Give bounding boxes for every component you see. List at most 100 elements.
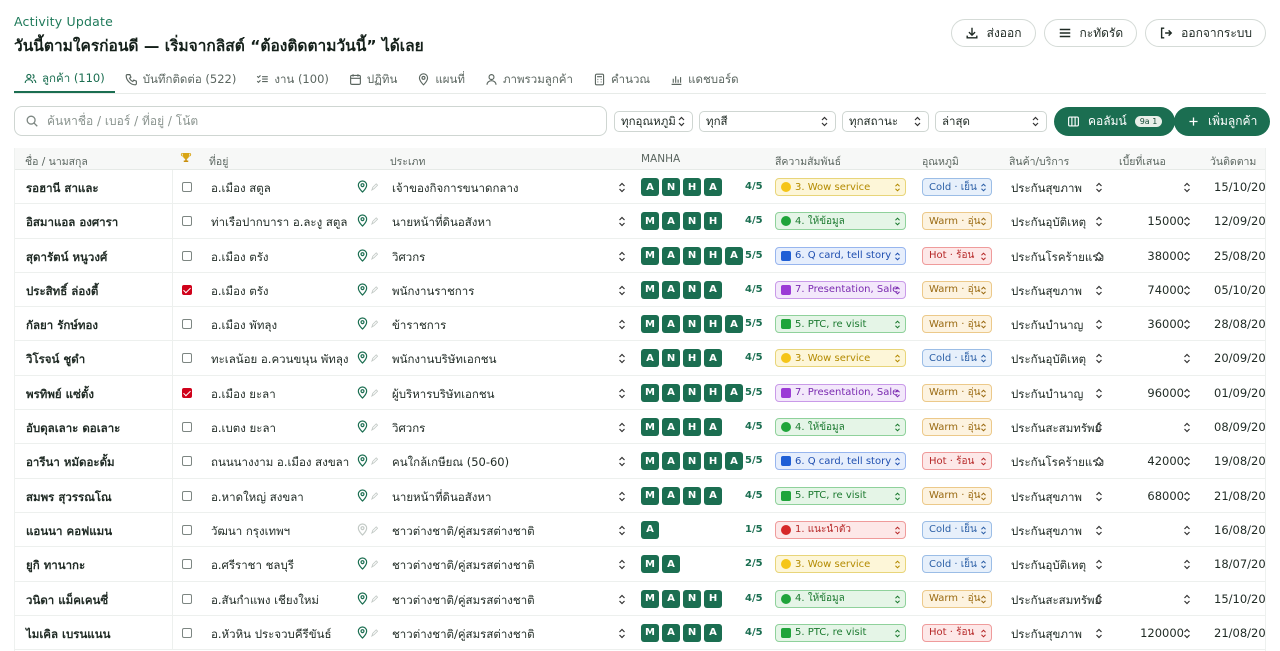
follow-date[interactable]: 15/10/2025 bbox=[1214, 180, 1265, 194]
customer-name[interactable]: รอฮานี สาและ bbox=[26, 180, 99, 198]
manha-step[interactable]: M bbox=[641, 280, 659, 299]
priority-checkbox[interactable] bbox=[182, 319, 192, 330]
product-select-icon[interactable] bbox=[1095, 285, 1103, 296]
manha-step[interactable]: A bbox=[662, 315, 680, 334]
relationship-select[interactable]: 6. Q card, tell story bbox=[775, 452, 906, 471]
edit-icon[interactable] bbox=[371, 182, 378, 191]
edit-icon[interactable] bbox=[371, 456, 378, 466]
customer-name[interactable]: วิโรจน์ ชูดำ bbox=[26, 351, 85, 369]
temperature-select[interactable]: Hot · ร้อน bbox=[922, 246, 992, 265]
customer-name[interactable]: แอนนา คอฟแมน bbox=[26, 523, 112, 541]
temperature-select[interactable]: Cold · เย็น bbox=[922, 555, 992, 574]
manha-step[interactable]: A bbox=[704, 349, 722, 368]
tab-dashboard[interactable]: แดชบอร์ด bbox=[660, 66, 749, 93]
offer-stepper-icon[interactable] bbox=[1183, 216, 1191, 227]
manha-step[interactable]: H bbox=[704, 246, 722, 265]
manha-step[interactable]: N bbox=[683, 315, 701, 334]
header-offer[interactable]: เบี้ยที่เสนอ bbox=[1119, 153, 1166, 170]
type-select-icon[interactable] bbox=[618, 182, 626, 193]
manha-step[interactable]: N bbox=[683, 212, 701, 231]
manha-step[interactable]: A bbox=[662, 486, 680, 505]
type-select-icon[interactable] bbox=[618, 525, 626, 536]
manha-step[interactable]: N bbox=[662, 178, 680, 196]
customer-name[interactable]: ประสิทธิ์ ล่องตี้ bbox=[26, 283, 98, 301]
manha-step[interactable]: N bbox=[662, 349, 680, 368]
compact-button[interactable]: กะทัดรัด bbox=[1043, 19, 1138, 47]
customer-name[interactable]: อารีนา หมัดอะดั้ม bbox=[26, 454, 115, 472]
manha-step[interactable]: H bbox=[704, 383, 722, 402]
product-select-icon[interactable] bbox=[1095, 182, 1103, 193]
manha-step[interactable]: A bbox=[704, 623, 722, 642]
priority-checkbox[interactable] bbox=[182, 559, 192, 570]
tab-map[interactable]: แผนที่ bbox=[407, 66, 475, 93]
edit-icon[interactable] bbox=[371, 319, 378, 329]
add-customer-button[interactable]: เพิ่มลูกค้า bbox=[1174, 107, 1271, 136]
temperature-filter[interactable]: ทุกอุณหภูมิ bbox=[614, 111, 693, 132]
priority-checkbox[interactable] bbox=[182, 284, 192, 295]
manha-step[interactable]: N bbox=[683, 623, 701, 642]
manha-step[interactable]: N bbox=[683, 280, 701, 299]
customer-name[interactable]: อิสมาแอล องศารา bbox=[26, 214, 118, 232]
temperature-select[interactable]: Warm · อุ่น bbox=[922, 315, 992, 334]
table-row[interactable]: อิสมาแอล องศารา ท่าเรือปากบารา อ.ละงู สตู… bbox=[15, 204, 1265, 239]
status-filter[interactable]: ทุกสถานะ bbox=[842, 111, 929, 132]
table-row[interactable]: พรทิพย์ แซ่ตั้ง อ.เมือง ยะลา ผู้บริหารบริษ… bbox=[15, 375, 1265, 411]
manha-step[interactable]: H bbox=[683, 418, 701, 437]
product-select-icon[interactable] bbox=[1095, 388, 1103, 399]
manha-step[interactable]: H bbox=[704, 212, 722, 231]
manha-step[interactable]: M bbox=[641, 383, 659, 402]
manha-step[interactable]: A bbox=[662, 246, 680, 265]
temperature-select[interactable]: Warm · อุ่น bbox=[922, 589, 992, 608]
relationship-select[interactable]: 3. Wow service bbox=[775, 349, 906, 368]
type-select-icon[interactable] bbox=[618, 216, 626, 227]
edit-icon[interactable] bbox=[371, 388, 378, 397]
relationship-select[interactable]: 5. PTC, re visit bbox=[775, 315, 906, 334]
priority-checkbox[interactable] bbox=[182, 627, 192, 638]
temperature-select[interactable]: Hot · ร้อน bbox=[922, 452, 992, 471]
header-temperature[interactable]: อุณหภูมิ bbox=[922, 153, 959, 170]
offer-amount[interactable]: 15000 bbox=[1115, 214, 1184, 228]
tab-calculator[interactable]: คำนวณ bbox=[583, 66, 660, 93]
manha-step[interactable]: A bbox=[641, 520, 659, 539]
temperature-select[interactable]: Warm · อุ่น bbox=[922, 418, 992, 437]
relationship-select[interactable]: 7. Presentation, Sale bbox=[775, 383, 906, 402]
logout-button[interactable]: ออกจากระบบ bbox=[1145, 19, 1266, 47]
manha-step[interactable]: M bbox=[641, 418, 659, 437]
offer-amount[interactable]: 74000 bbox=[1115, 283, 1184, 297]
manha-step[interactable]: A bbox=[662, 212, 680, 231]
customer-name[interactable]: อับดุลเลาะ ดอเลาะ bbox=[26, 420, 120, 438]
manha-step[interactable]: A bbox=[662, 555, 680, 574]
manha-step[interactable]: H bbox=[704, 315, 722, 334]
product-select-icon[interactable] bbox=[1095, 559, 1103, 570]
tab-tasks[interactable]: งาน (100) bbox=[246, 66, 339, 93]
tab-calendar[interactable]: ปฏิทิน bbox=[339, 66, 407, 93]
manha-step[interactable]: A bbox=[662, 280, 680, 299]
follow-date[interactable]: 25/08/2025 bbox=[1214, 249, 1265, 263]
offer-stepper-icon[interactable] bbox=[1183, 456, 1191, 467]
relationship-select[interactable]: 3. Wow service bbox=[775, 555, 906, 574]
header-product[interactable]: สินค้า/บริการ bbox=[1009, 153, 1069, 170]
offer-amount[interactable]: 36000 bbox=[1115, 317, 1184, 331]
table-row[interactable]: แอนนา คอฟแมน วัฒนา กรุงเทพฯ ชาวต่างชาติ/คู… bbox=[15, 512, 1265, 548]
manha-step[interactable]: H bbox=[683, 178, 701, 196]
manha-step[interactable]: M bbox=[641, 623, 659, 642]
follow-date[interactable]: 21/08/2025 bbox=[1214, 626, 1265, 640]
product-select-icon[interactable] bbox=[1095, 251, 1103, 262]
manha-step[interactable]: A bbox=[662, 623, 680, 642]
follow-date[interactable]: 15/10/2025 bbox=[1214, 592, 1265, 606]
map-pin-icon[interactable] bbox=[357, 283, 368, 296]
offer-stepper-icon[interactable] bbox=[1183, 319, 1191, 330]
manha-step[interactable]: N bbox=[683, 246, 701, 265]
table-row[interactable]: ยูกิ ทานากะ อ.ศรีราชา ชลบุรี ชาวต่างชาติ/ค… bbox=[15, 547, 1265, 582]
customer-name[interactable]: พรทิพย์ แซ่ตั้ง bbox=[26, 386, 94, 404]
relationship-select[interactable]: 4. ให้ข้อมูล bbox=[775, 212, 906, 231]
product-select-icon[interactable] bbox=[1095, 594, 1103, 605]
priority-checkbox[interactable] bbox=[182, 353, 192, 364]
columns-button[interactable]: คอลัมน์ 9a 1 bbox=[1054, 107, 1176, 136]
follow-date[interactable]: 05/10/2025 bbox=[1214, 283, 1265, 297]
map-pin-icon[interactable] bbox=[357, 249, 368, 262]
map-pin-icon[interactable] bbox=[357, 420, 368, 433]
manha-step[interactable]: N bbox=[683, 486, 701, 505]
customer-name[interactable]: ไมเคิล เบรนแนน bbox=[26, 626, 110, 644]
manha-step[interactable]: H bbox=[704, 589, 722, 608]
